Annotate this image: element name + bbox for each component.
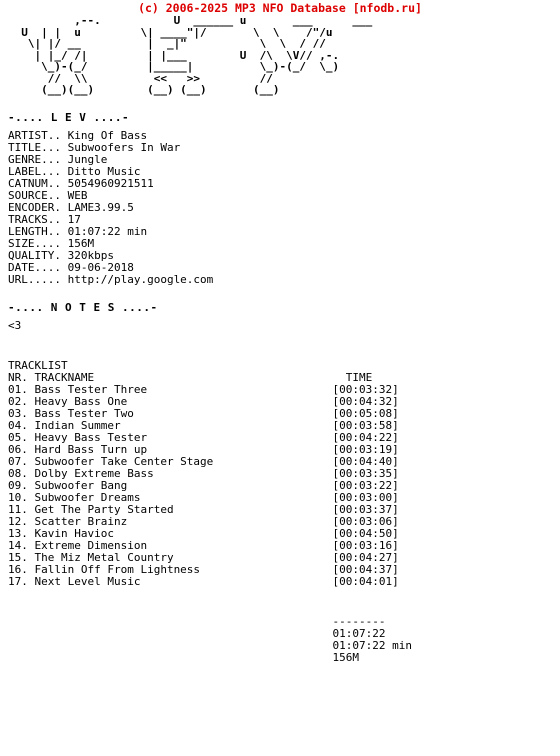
lev-ascii-logo: ,--. U ______ u ___ ___ U | | u \| ____"… — [21, 14, 373, 96]
notes-text: <3 — [8, 318, 22, 332]
tracklist-rows: 01. Bass Tester Three [00:03:32] 02. Hea… — [8, 382, 399, 588]
tracklist-section: TRACKLIST NR. TRACKNAME TIME 01. Bass Te… — [0, 358, 560, 588]
info-field-list: ARTIST.. King Of Bass TITLE... Subwoofer… — [8, 128, 214, 286]
totals-block: -------- 01:07:22 01:07:22 min 156M — [332, 614, 412, 664]
nfo-page: (c) 2006-2025 MP3 NFO Database [nfodb.ru… — [0, 0, 560, 756]
info-section-title: -.... L E V ....- — [8, 110, 130, 124]
tracklist-heading: TRACKLIST — [8, 358, 68, 372]
site-header-banner: (c) 2006-2025 MP3 NFO Database [nfodb.ru… — [138, 1, 422, 15]
totals-section: -------- 01:07:22 01:07:22 min 156M — [0, 614, 560, 664]
info-section: -.... L E V ....- ARTIST.. King Of Bass … — [0, 110, 560, 286]
tracklist-column-headers: NR. TRACKNAME TIME — [8, 370, 373, 384]
notes-section: -.... N O T E S ....- <3 — [0, 300, 560, 332]
notes-section-title: -.... N O T E S ....- — [8, 300, 158, 314]
